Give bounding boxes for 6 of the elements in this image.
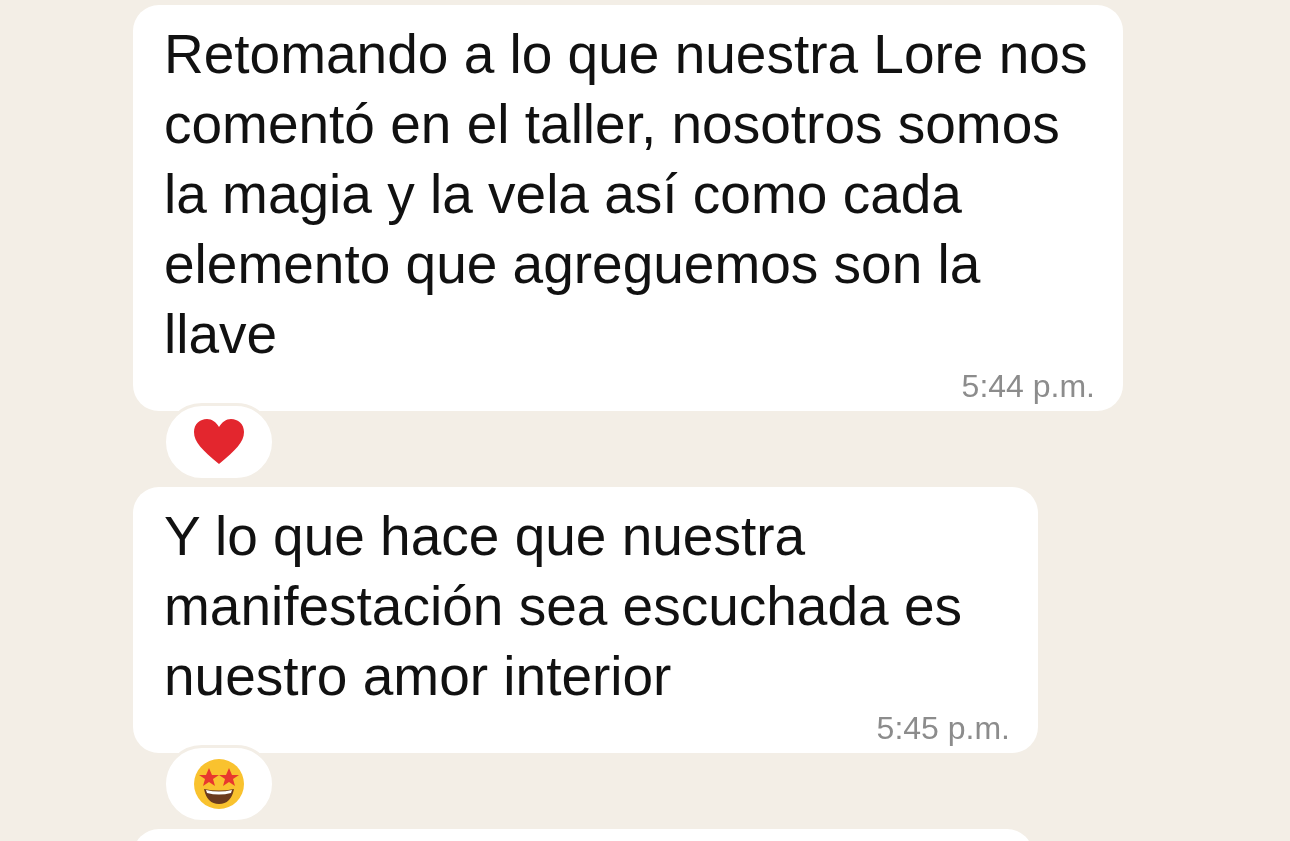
- message-text: Y lo que hace que nuestra manifestación sea escuchada es nuestro amor interior: [164, 504, 963, 709]
- message-time: 5:44 p.m.: [961, 369, 1095, 403]
- heart-icon: [192, 418, 246, 466]
- message-time: 5:45 p.m.: [876, 711, 1010, 745]
- star-eyes-face-icon: [193, 758, 245, 810]
- message-text: Retomando a lo que nuestra Lore nos comentó en el taller, nosotros somos la magia y la vela así como cada elemento que agreguemos son la llave: [164, 22, 1089, 367]
